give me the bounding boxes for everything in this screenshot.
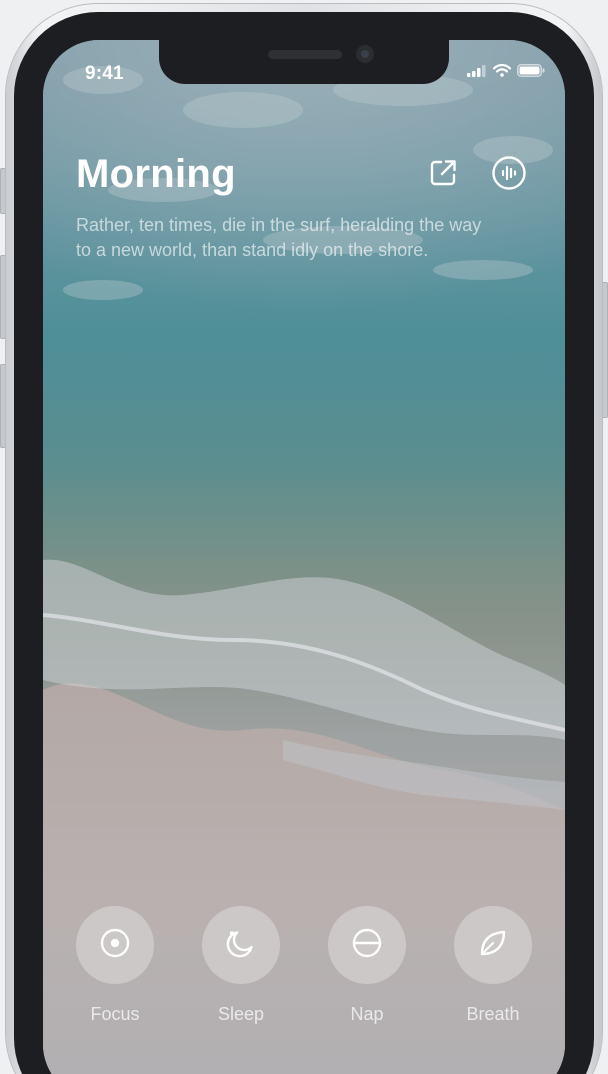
mode-nap-button[interactable]: Nap (317, 906, 417, 1025)
mode-breath-circle[interactable] (454, 906, 532, 984)
page-title: Morning (76, 152, 236, 196)
notch (159, 40, 449, 84)
mode-focus-button[interactable]: Focus (65, 906, 165, 1025)
share-external-icon (427, 157, 459, 194)
phone-screen: 9:41 Morning Rather, ten times, die in t… (43, 40, 565, 1074)
mode-breath-button[interactable]: Breath (443, 906, 543, 1025)
half-circle-icon (351, 927, 383, 964)
battery-icon (517, 64, 545, 82)
mode-selector: Focus Sleep Nap Breath (43, 906, 565, 1036)
waveform-icon (491, 155, 527, 196)
status-icons (467, 64, 545, 82)
wifi-icon (492, 64, 512, 82)
mode-sleep-label: Sleep (217, 1004, 265, 1024)
mode-nap-label: Nap (350, 1004, 384, 1024)
signal-icon (467, 64, 487, 82)
quote-text: Rather, ten times, die in the surf, hera… (76, 215, 482, 260)
sound-button[interactable] (490, 155, 528, 196)
mode-sleep-circle[interactable] (202, 906, 280, 984)
mode-focus-label: Focus (90, 1004, 140, 1024)
mode-nap-circle[interactable] (328, 906, 406, 984)
mode-breath-label: Breath (466, 1004, 520, 1024)
power-button (602, 282, 608, 418)
mode-sleep-button[interactable]: Sleep (191, 906, 291, 1025)
device-stage: 9:41 Morning Rather, ten times, die in t… (0, 0, 608, 1074)
status-time: 9:41 (85, 63, 124, 84)
mode-focus-circle[interactable] (76, 906, 154, 984)
speaker-grille (268, 50, 342, 59)
front-camera (356, 45, 374, 63)
share-button[interactable] (424, 156, 462, 194)
leaf-icon (477, 927, 509, 964)
moon-icon (224, 926, 258, 965)
target-icon (99, 927, 131, 964)
